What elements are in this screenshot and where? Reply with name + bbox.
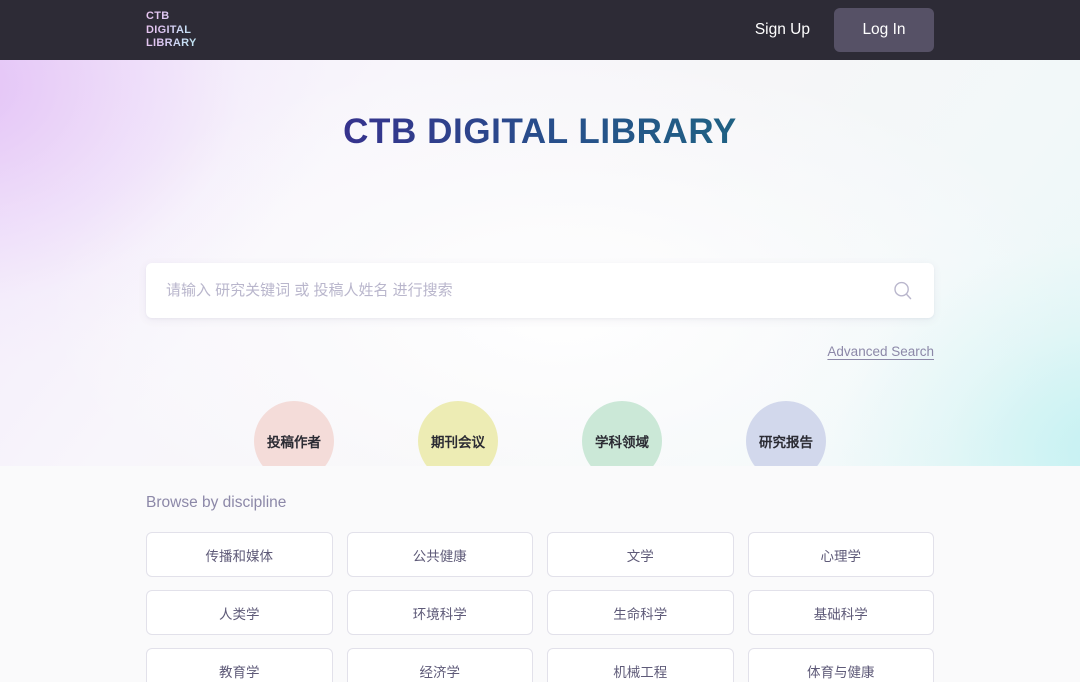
search-icon[interactable]	[892, 280, 914, 302]
sign-up-link[interactable]: Sign Up	[755, 21, 810, 39]
discipline-tile[interactable]: 经济学	[346, 648, 533, 682]
logo-line-3: LIBRARY	[146, 37, 197, 49]
search-box[interactable]	[146, 263, 934, 318]
discipline-tile-label: 教育学	[219, 664, 260, 680]
logo-line-2: DIGITAL	[146, 23, 192, 36]
discipline-grid: 传播和媒体 公共健康 文学 心理学人类学 环境科学 生命科学 基础科学教育学 经济学 机械工程 体…	[146, 532, 934, 682]
category-circle-label: 投稿作者	[267, 435, 321, 450]
discipline-tile[interactable]: 传播和媒体	[146, 532, 333, 577]
category-circle-journals[interactable]: 期刊会议	[418, 401, 498, 466]
discipline-tile[interactable]: 公共健康	[346, 532, 533, 577]
discipline-tile[interactable]: 体育与健康	[747, 648, 934, 682]
discipline-tile[interactable]: 心理学	[747, 532, 934, 577]
discipline-tile-label: 心理学	[820, 548, 862, 564]
category-circle-label: 期刊会议	[431, 435, 485, 450]
category-circle-label: 研究报告	[759, 435, 813, 450]
category-circle-disciplines[interactable]: 学科领域	[582, 401, 662, 466]
discipline-tile-label: 生命科学	[613, 606, 668, 622]
hero-section: CTB DIGITAL LIBRARY Advanced Search 投稿作者…	[0, 60, 1080, 466]
browse-by-discipline-section: Browse by discipline 传播和媒体 公共健康 文学 心理学人类学 环境…	[0, 466, 1080, 682]
discipline-tile[interactable]: 文学	[547, 532, 734, 577]
category-circle-reports[interactable]: 研究报告	[746, 401, 826, 466]
discipline-tile-label: 传播和媒体	[205, 548, 274, 564]
category-circle-label: 学科领域	[595, 435, 649, 450]
discipline-tile[interactable]: 机械工程	[547, 648, 734, 682]
advanced-search-link[interactable]: Advanced Search	[146, 344, 934, 359]
discipline-tile-label: 文学	[626, 548, 654, 564]
discipline-tile[interactable]: 环境科学	[346, 590, 533, 635]
log-in-button[interactable]: Log In	[834, 8, 934, 52]
discipline-tile[interactable]: 生命科学	[547, 590, 734, 635]
discipline-tile-label: 经济学	[419, 664, 461, 680]
logo-line-1: CTB	[146, 10, 170, 22]
section-label: Browse by discipline	[146, 494, 287, 511]
page-title: CTB DIGITAL LIBRARY	[0, 60, 1080, 152]
site-logo[interactable]: CTB DIGITAL LIBRARY	[146, 10, 197, 51]
search-input[interactable]	[146, 263, 934, 318]
discipline-tile[interactable]: 基础科学	[747, 590, 934, 635]
discipline-tile[interactable]: 人类学	[146, 590, 333, 635]
category-circles: 投稿作者 期刊会议 学科领域 研究报告	[0, 401, 1080, 466]
nav-actions: Sign Up Log In	[755, 0, 1080, 60]
discipline-tile-label: 环境科学	[412, 606, 467, 622]
discipline-tile-label: 人类学	[219, 606, 260, 622]
search-area: Advanced Search	[146, 263, 934, 359]
category-circle-authors[interactable]: 投稿作者	[254, 401, 334, 466]
discipline-tile-label: 体育与健康	[807, 664, 875, 680]
discipline-tile-label: 基础科学	[813, 606, 868, 622]
discipline-tile-label: 机械工程	[613, 664, 668, 680]
top-navigation-bar: CTB DIGITAL LIBRARY Sign Up Log In	[0, 0, 1080, 60]
discipline-tile[interactable]: 教育学	[146, 648, 333, 682]
discipline-tile-label: 公共健康	[412, 548, 467, 564]
